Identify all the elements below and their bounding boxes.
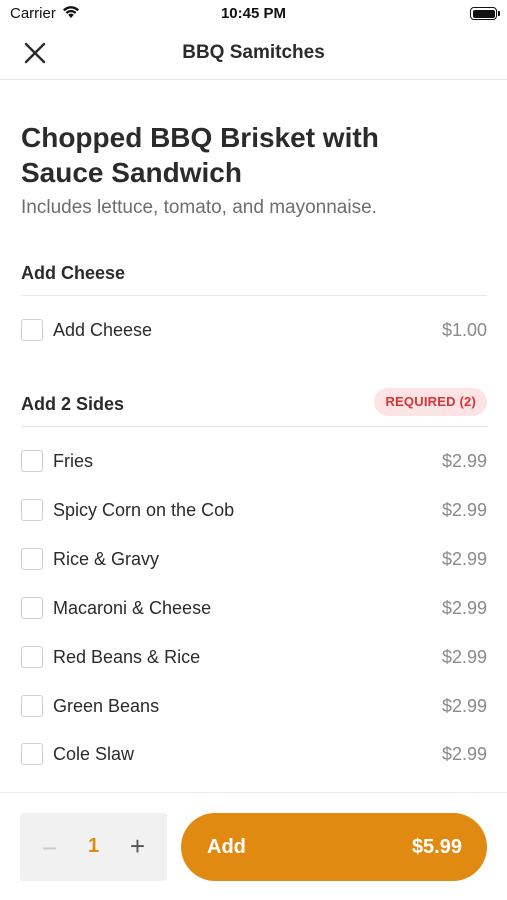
nav-bar: BBQ Samitches <box>0 28 507 80</box>
quantity-stepper: − 1 + <box>20 813 167 881</box>
option-row-add-cheese[interactable]: Add Cheese $1.00 <box>21 311 487 351</box>
checkbox[interactable] <box>21 646 43 668</box>
option-row-red-beans[interactable]: Red Beans & Rice $2.99 <box>21 638 487 678</box>
option-label: Rice & Gravy <box>53 549 160 569</box>
checkbox[interactable] <box>21 597 43 619</box>
checkbox[interactable] <box>21 499 43 521</box>
add-to-cart-button[interactable]: Add $5.99 <box>181 813 487 881</box>
option-price: $2.99 <box>441 598 487 618</box>
option-price: $1.00 <box>441 320 487 340</box>
option-row-rice-gravy[interactable]: Rice & Gravy $2.99 <box>21 540 487 580</box>
item-detail-screen: Carrier 10:45 PM BBQ Samitches Chopped B… <box>0 0 507 900</box>
section-header-sides: Add 2 Sides REQUIRED (2) <box>21 387 487 427</box>
section-title: Add Cheese <box>21 263 126 283</box>
checkbox[interactable] <box>21 319 43 341</box>
option-price: $2.99 <box>441 744 487 764</box>
checkbox[interactable] <box>21 743 43 765</box>
option-label: Spicy Corn on the Cob <box>53 500 235 520</box>
item-title-line2: Sauce Sandwich <box>21 157 242 188</box>
option-price: $2.99 <box>441 549 487 569</box>
checkbox[interactable] <box>21 695 43 717</box>
option-row-mac-cheese[interactable]: Macaroni & Cheese $2.99 <box>21 589 487 629</box>
section-title: Add 2 Sides <box>21 394 125 414</box>
increment-button[interactable]: + <box>130 831 145 862</box>
option-label: Add Cheese <box>53 320 153 340</box>
item-title: Chopped BBQ Brisket with Sauce Sandwich <box>21 120 487 190</box>
section-header-cheese: Add Cheese <box>21 256 487 296</box>
option-row-green-beans[interactable]: Green Beans $2.99 <box>21 687 487 727</box>
option-price: $2.99 <box>441 500 487 520</box>
option-label: Macaroni & Cheese <box>53 598 212 618</box>
option-row-spicy-corn[interactable]: Spicy Corn on the Cob $2.99 <box>21 491 487 531</box>
battery-icon <box>470 7 500 20</box>
bottom-action-bar: − 1 + Add $5.99 <box>0 792 507 900</box>
checkbox[interactable] <box>21 548 43 570</box>
option-row-fries[interactable]: Fries $2.99 <box>21 442 487 482</box>
required-badge: REQUIRED (2) <box>374 388 487 416</box>
add-button-price: $5.99 <box>411 836 462 858</box>
status-time: 10:45 PM <box>220 5 287 22</box>
option-label: Fries <box>53 451 93 471</box>
option-price: $2.99 <box>441 647 487 667</box>
item-title-line1: Chopped BBQ Brisket with <box>21 122 379 153</box>
option-label: Green Beans <box>53 696 160 716</box>
option-row-cole-slaw[interactable]: Cole Slaw $2.99 <box>21 735 487 775</box>
status-bar: Carrier 10:45 PM <box>0 0 507 28</box>
option-label: Cole Slaw <box>53 744 135 764</box>
option-label: Red Beans & Rice <box>53 647 201 667</box>
option-price: $2.99 <box>441 451 487 471</box>
item-description: Includes lettuce, tomato, and mayonnaise… <box>21 197 377 218</box>
nav-title: BBQ Samitches <box>182 42 325 63</box>
checkbox[interactable] <box>21 450 43 472</box>
item-content: Chopped BBQ Brisket with Sauce Sandwich … <box>21 80 487 219</box>
add-button-label: Add <box>207 836 246 858</box>
option-price: $2.99 <box>441 696 487 716</box>
